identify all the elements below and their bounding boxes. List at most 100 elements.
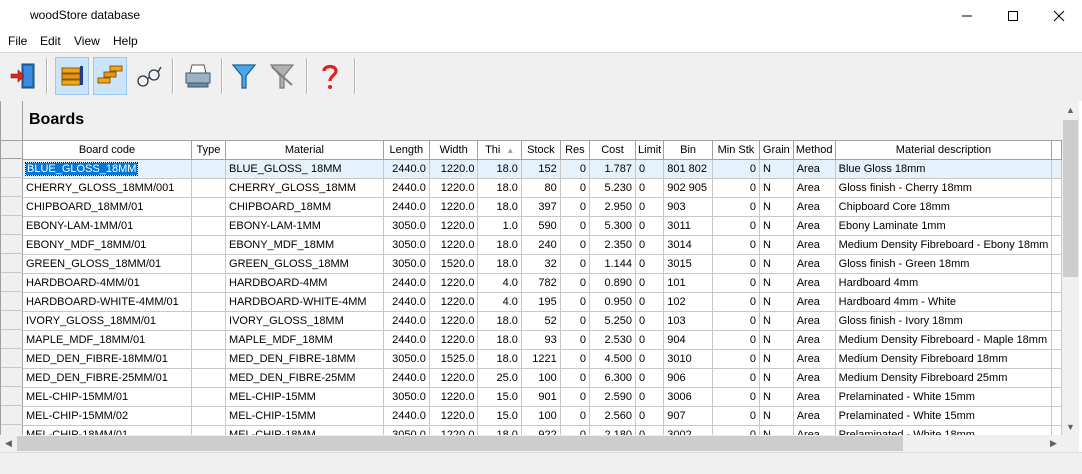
- scroll-right-icon[interactable]: ▶: [1045, 435, 1062, 452]
- table-cell[interactable]: 0: [712, 292, 761, 312]
- table-cell[interactable]: 0: [560, 349, 590, 369]
- row-selector[interactable]: [1, 216, 23, 235]
- table-cell[interactable]: [191, 406, 227, 426]
- row-selector[interactable]: [1, 273, 23, 292]
- table-cell[interactable]: Prelaminated - White 15mm: [835, 387, 1053, 407]
- exit-button[interactable]: [6, 57, 40, 95]
- table-cell[interactable]: 0: [712, 159, 761, 179]
- table-cell[interactable]: 18.0: [477, 349, 522, 369]
- table-cell[interactable]: N: [759, 349, 794, 369]
- table-cell[interactable]: 1.144: [589, 254, 637, 274]
- table-cell[interactable]: 2.350: [589, 235, 637, 255]
- filter-button[interactable]: [227, 57, 261, 95]
- table-cell[interactable]: 2.590: [589, 387, 637, 407]
- table-cell[interactable]: 0: [560, 387, 590, 407]
- scroll-up-icon[interactable]: ▲: [1062, 101, 1079, 118]
- table-cell[interactable]: 18.0: [477, 235, 522, 255]
- table-cell[interactable]: 4.500: [589, 349, 637, 369]
- table-cell[interactable]: BLUE_GLOSS_18MM: [23, 159, 192, 179]
- table-cell[interactable]: 0: [560, 197, 590, 217]
- table-cell[interactable]: 18.0: [477, 197, 522, 217]
- table-cell[interactable]: 80: [521, 178, 561, 198]
- row-selector[interactable]: [1, 330, 23, 349]
- table-cell[interactable]: [191, 349, 227, 369]
- table-cell[interactable]: 0: [712, 197, 761, 217]
- table-cell[interactable]: Area: [793, 349, 836, 369]
- table-cell[interactable]: 2440.0: [383, 311, 430, 331]
- menu-help[interactable]: Help: [113, 34, 138, 48]
- table-cell[interactable]: Blue Gloss 18mm: [835, 159, 1053, 179]
- table-cell[interactable]: 0: [635, 273, 665, 293]
- table-cell[interactable]: MAPLE_MDF_18MM/01: [23, 330, 192, 350]
- scroll-down-icon[interactable]: ▼: [1062, 418, 1079, 435]
- maximize-button[interactable]: [990, 0, 1036, 31]
- table-cell[interactable]: 3050.0: [383, 425, 430, 435]
- table-cell[interactable]: 2440.0: [383, 197, 430, 217]
- row-selector[interactable]: [1, 368, 23, 387]
- table-row[interactable]: MAPLE_MDF_18MM/01 MAPLE_MDF_18MM 2440.0 122…: [23, 330, 1062, 350]
- table-cell[interactable]: 0: [712, 349, 761, 369]
- table-cell[interactable]: Chipboard Core 18mm: [835, 197, 1053, 217]
- table-cell[interactable]: 1220.0: [429, 311, 479, 331]
- table-cell[interactable]: 5.300: [589, 216, 637, 236]
- table-cell[interactable]: EBONY-LAM-1MM/01: [23, 216, 192, 236]
- table-cell[interactable]: MAPLE_MDF_18MM: [225, 330, 384, 350]
- table-cell[interactable]: Area: [793, 406, 836, 426]
- table-cell[interactable]: 0: [560, 254, 590, 274]
- table-cell[interactable]: 906: [663, 368, 713, 388]
- table-cell[interactable]: 0: [712, 254, 761, 274]
- table-cell[interactable]: [191, 292, 227, 312]
- table-cell[interactable]: MEL-CHIP-15MM: [225, 406, 384, 426]
- table-cell[interactable]: 0: [560, 292, 590, 312]
- table-cell[interactable]: N: [759, 292, 794, 312]
- table-cell[interactable]: 0: [712, 311, 761, 331]
- table-cell[interactable]: MED_DEN_FIBRE-18MM: [225, 349, 384, 369]
- table-cell[interactable]: 0: [712, 216, 761, 236]
- table-cell[interactable]: Area: [793, 235, 836, 255]
- col-limit[interactable]: Limit: [635, 141, 665, 160]
- table-cell[interactable]: 0: [560, 216, 590, 236]
- table-cell[interactable]: HARDBOARD-4MM/01: [23, 273, 192, 293]
- table-cell[interactable]: Area: [793, 273, 836, 293]
- table-cell[interactable]: 0: [635, 330, 665, 350]
- table-cell[interactable]: CHERRY_GLOSS_18MM: [225, 178, 384, 198]
- row-selector[interactable]: [1, 292, 23, 311]
- table-cell[interactable]: [191, 197, 227, 217]
- col-extra[interactable]: [1051, 141, 1062, 160]
- table-cell[interactable]: 3010: [663, 349, 713, 369]
- table-cell[interactable]: [191, 368, 227, 388]
- table-cell[interactable]: [191, 235, 227, 255]
- minimize-button[interactable]: [944, 0, 990, 31]
- col-material[interactable]: Material: [225, 141, 384, 160]
- table-cell[interactable]: N: [759, 216, 794, 236]
- table-cell[interactable]: 2.180: [589, 425, 637, 435]
- table-cell[interactable]: 3014: [663, 235, 713, 255]
- table-cell[interactable]: 1220.0: [429, 159, 479, 179]
- table-cell[interactable]: Hardboard 4mm - White: [835, 292, 1053, 312]
- table-row[interactable]: EBONY_MDF_18MM/01 EBONY_MDF_18MM 3050.0 122…: [23, 235, 1062, 255]
- table-cell[interactable]: 15.0: [477, 387, 522, 407]
- table-cell[interactable]: 0: [560, 406, 590, 426]
- table-cell[interactable]: Area: [793, 178, 836, 198]
- table-cell[interactable]: 100: [521, 406, 561, 426]
- table-cell[interactable]: 1220.0: [429, 425, 479, 435]
- table-cell[interactable]: CHERRY_GLOSS_18MM/001: [23, 178, 192, 198]
- row-selector[interactable]: [1, 387, 23, 406]
- table-cell[interactable]: 3050.0: [383, 254, 430, 274]
- table-row[interactable]: MED_DEN_FIBRE-25MM/01 MED_DEN_FIBRE-25MM 2…: [23, 368, 1062, 388]
- table-cell[interactable]: 152: [521, 159, 561, 179]
- menu-view[interactable]: View: [74, 34, 100, 48]
- table-cell[interactable]: Medium Density Fibreboard 25mm: [835, 368, 1053, 388]
- table-row[interactable]: BLUE_GLOSS_18MM BLUE_GLOSS_ 18MM 2440.0 122…: [23, 159, 1062, 179]
- table-cell[interactable]: HARDBOARD-4MM: [225, 273, 384, 293]
- table-cell[interactable]: 0: [635, 349, 665, 369]
- table-row[interactable]: HARDBOARD-WHITE-4MM/01 HARDBOARD-WHITE-4M…: [23, 292, 1062, 312]
- table-cell[interactable]: 902 905: [663, 178, 713, 198]
- table-cell[interactable]: Area: [793, 159, 836, 179]
- table-cell[interactable]: Prelaminated - White 18mm: [835, 425, 1053, 435]
- table-cell[interactable]: Area: [793, 311, 836, 331]
- table-cell[interactable]: Prelaminated - White 15mm: [835, 406, 1053, 426]
- table-cell[interactable]: Area: [793, 425, 836, 435]
- table-cell[interactable]: 32: [521, 254, 561, 274]
- table-cell[interactable]: 1221: [521, 349, 561, 369]
